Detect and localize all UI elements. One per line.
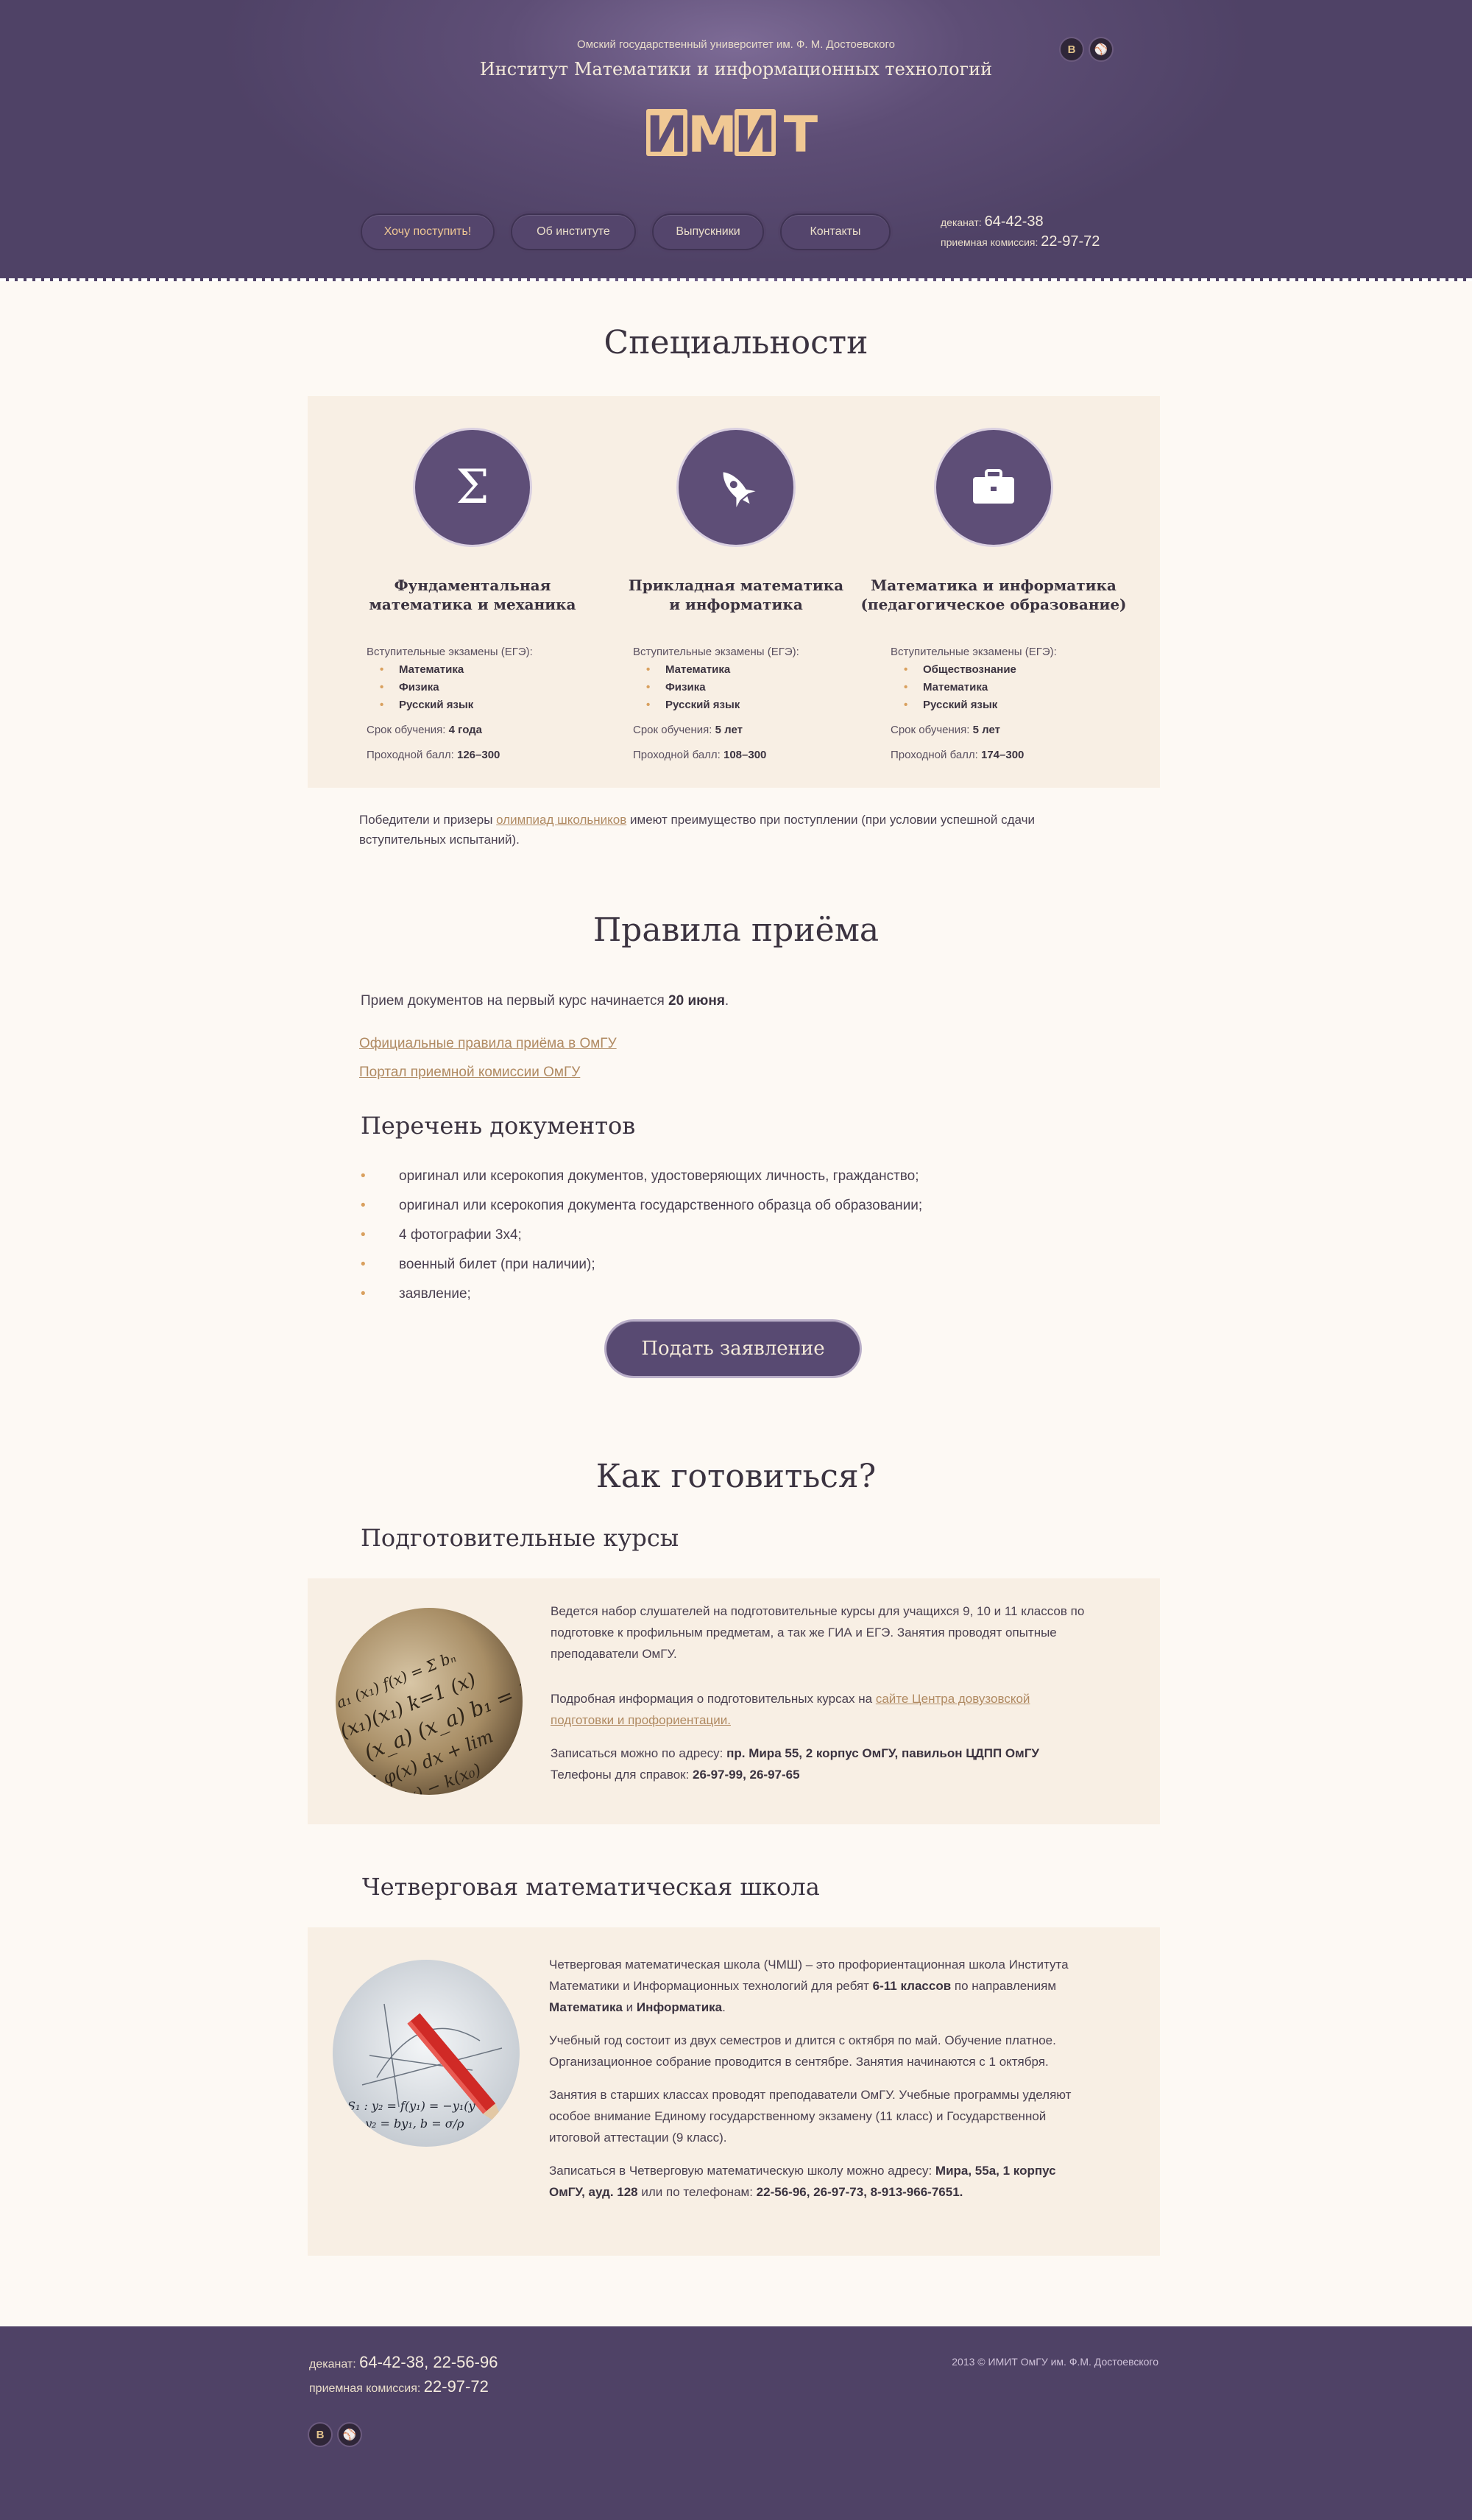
odnoklassniki-icon[interactable]: ⚾ [339, 2424, 361, 2446]
specialties-title: Специальности [604, 324, 868, 361]
exam-list: ОбществознаниеМатематикаРусский язык [891, 661, 1133, 714]
school-title: Четверговая математическая школа [362, 1873, 820, 1901]
official-rules-link[interactable]: Официальные правила приёма в ОмГУ [359, 1034, 617, 1053]
briefcase-icon [936, 430, 1051, 545]
olympiad-link[interactable]: олимпиад школьников [496, 813, 626, 827]
specialty-title: Фундаментальная математика и механика [369, 576, 576, 613]
specialty-info: Вступительные экзамены (ЕГЭ): Математика… [333, 643, 612, 764]
rules-title: Правила приёма [592, 911, 880, 949]
odnoklassniki-icon[interactable]: ⚾ [1090, 38, 1112, 60]
svg-text:И: И [735, 106, 776, 162]
copyright: 2013 © ИМИТ ОмГУ им. Ф.М. Достоевского [952, 2356, 1158, 2368]
list-item: оригинал или ксерокопия документов, удос… [361, 1163, 922, 1193]
institute-name: Институт Математики и информационных тех… [479, 59, 993, 80]
specialty-card: Математика и информатика (педагогическое … [854, 430, 1133, 764]
graph-pencil-photo: S₁ : y₂ = f(y₁) = −y₁(y y₂ = by₁, b = σ/… [333, 1960, 520, 2147]
specialty-info: Вступительные экзамены (ЕГЭ): Математика… [596, 643, 876, 764]
prep-center-link[interactable]: подготовки и профориентации. [551, 1713, 731, 1727]
admission-portal-link[interactable]: Портал приемной комиссии ОмГУ [359, 1062, 580, 1082]
dean-label: деканат: [309, 2358, 356, 2371]
admission-label: приемная комиссия: [941, 236, 1038, 248]
formula-line: y₂ = by₁, b = σ/ρ [364, 2117, 464, 2131]
admission-label: приемная комиссия: [309, 2382, 421, 2395]
exam-list: МатематикаФизикаРусский язык [633, 661, 876, 714]
school-text: Четверговая математическая школа (ЧМШ) –… [549, 1958, 1072, 2199]
submit-application-button[interactable]: Подать заявление [606, 1321, 860, 1376]
list-item: заявление; [361, 1281, 922, 1310]
vk-icon[interactable]: В [1061, 38, 1083, 60]
exam-list: МатематикаФизикаРусский язык [367, 661, 612, 714]
nav-contacts[interactable]: Контакты [780, 213, 891, 250]
documents-list: оригинал или ксерокопия документов, удос… [361, 1163, 922, 1310]
specialty-card: Σ Фундаментальная математика и механика В… [333, 430, 612, 764]
specialty-title: Прикладная математика и информатика [628, 576, 844, 613]
admission-phone: 22-97-72 [423, 2377, 489, 2396]
svg-text:И: И [646, 106, 688, 162]
university-name: Омский государственный университет им. Ф… [577, 38, 895, 51]
nav-about[interactable]: Об институте [511, 213, 636, 250]
formula-line: S₁ : y₂ = f(y₁) = −y₁(y [347, 2099, 476, 2113]
admission-phone: 22-97-72 [1041, 233, 1100, 250]
dean-phone: 64-42-38 [984, 213, 1044, 230]
courses-title: Подготовительные курсы [361, 1524, 679, 1552]
start-date-text: Прием документов на первый курс начинает… [361, 993, 729, 1009]
specialties-panel: Σ Фундаментальная математика и механика В… [308, 396, 1160, 788]
imit-logo[interactable]: И М И Т [640, 103, 832, 162]
prepare-title: Как готовиться? [595, 1458, 877, 1495]
svg-text:М: М [687, 106, 737, 162]
specialty-title: Математика и информатика (педагогическое … [860, 576, 1127, 613]
rocket-icon [679, 430, 793, 545]
math-paper-photo: a₁ (x₁) f(x) = Σ bₙ (x₁)(x₁) k=1 (x) (x_… [336, 1608, 523, 1795]
footer-phones: деканат: 64-42-38, 22-56-96 приемная ком… [309, 2351, 498, 2400]
list-item: оригинал или ксерокопия документа госуда… [361, 1193, 922, 1222]
courses-text: Ведется набор слушателей на подготовител… [551, 1604, 1085, 1782]
list-item: 4 фотографии 3х4; [361, 1222, 922, 1252]
sigma-icon: Σ [415, 430, 530, 545]
site-header: Омский государственный университет им. Ф… [0, 0, 1472, 281]
svg-text:Т: Т [784, 106, 818, 162]
prep-center-link[interactable]: сайте Центра довузовской [876, 1692, 1030, 1706]
nav-apply[interactable]: Хочу поступить! [361, 213, 495, 250]
documents-title: Перечень документов [361, 1112, 636, 1140]
list-item: военный билет (при наличии); [361, 1252, 922, 1281]
specialty-card: Прикладная математика и информатика Вступ… [596, 430, 876, 764]
nav-graduates[interactable]: Выпускники [652, 213, 764, 250]
vk-icon[interactable]: В [309, 2424, 331, 2446]
dean-phone: 64-42-38, 22-56-96 [359, 2353, 498, 2371]
dean-label: деканат: [941, 216, 982, 228]
header-phones: деканат: 64-42-38 приемная комиссия: 22-… [941, 212, 1100, 252]
specialty-info: Вступительные экзамены (ЕГЭ): Обществозн… [854, 643, 1133, 764]
site-footer [0, 2326, 1472, 2520]
olympiad-note: Победители и призеры олимпиад школьников… [359, 813, 1035, 847]
